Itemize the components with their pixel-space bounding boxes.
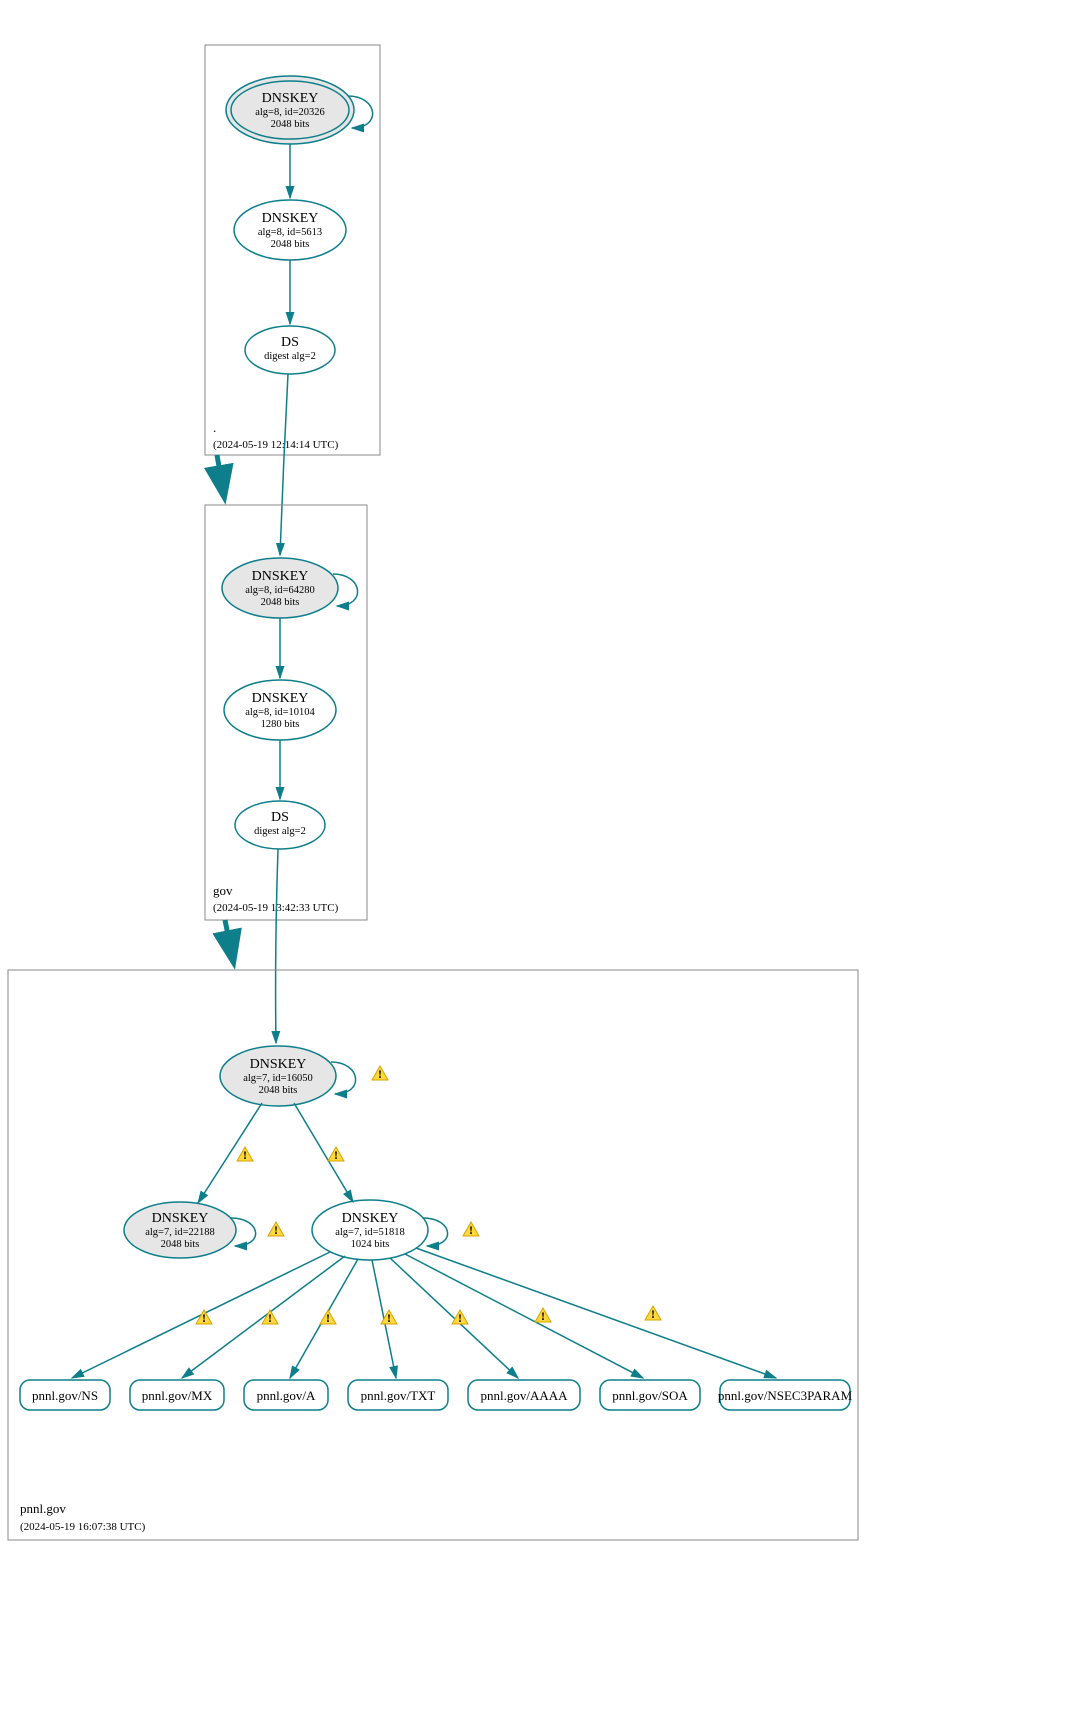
edge-root-to-gov-zone — [217, 455, 223, 490]
svg-text:alg=7, id=16050: alg=7, id=16050 — [243, 1073, 313, 1084]
warn-icon: ! — [535, 1308, 551, 1323]
svg-text:DNSKEY: DNSKEY — [250, 1057, 307, 1072]
node-pnnl-zsk: DNSKEY alg=7, id=51818 1024 bits — [312, 1200, 428, 1260]
node-gov-zsk: DNSKEY alg=8, id=10104 1280 bits — [224, 680, 336, 740]
edge-govds-pnnlksk — [276, 849, 278, 1043]
svg-text:!: ! — [274, 1223, 278, 1237]
svg-text:2048 bits: 2048 bits — [271, 119, 310, 130]
node-root-zsk: DNSKEY alg=8, id=5613 2048 bits — [234, 200, 346, 260]
svg-text:pnnl.gov/TXT: pnnl.gov/TXT — [361, 1388, 436, 1403]
svg-text:alg=7, id=51818: alg=7, id=51818 — [335, 1227, 405, 1238]
warn-icon: ! — [463, 1222, 479, 1237]
svg-text:DS: DS — [271, 810, 289, 825]
svg-text:DNSKEY: DNSKEY — [252, 569, 309, 584]
edge-rootds-govksk — [280, 374, 288, 555]
svg-text:!: ! — [268, 1311, 272, 1325]
zone-pnnl-name: pnnl.gov — [20, 1501, 66, 1516]
edge-zsk-soa — [405, 1254, 643, 1378]
warn-icon: ! — [372, 1066, 388, 1081]
edge-gov-to-pnnl-zone — [225, 920, 232, 955]
node-pnnl-ksk: DNSKEY alg=7, id=16050 2048 bits — [220, 1046, 336, 1106]
node-gov-ksk: DNSKEY alg=8, id=64280 2048 bits — [222, 558, 338, 618]
rrset-txt: pnnl.gov/TXT — [348, 1380, 448, 1410]
svg-text:2048 bits: 2048 bits — [259, 1085, 298, 1096]
zone-root-name: . — [213, 420, 216, 435]
node-root-ksk: DNSKEY alg=8, id=20326 2048 bits — [226, 76, 354, 144]
svg-text:!: ! — [378, 1067, 382, 1081]
node-gov-ds: DS digest alg=2 — [235, 801, 325, 849]
dnssec-graph: . (2024-05-19 12:14:14 UTC) DNSKEY alg=8… — [0, 0, 1091, 1721]
svg-text:!: ! — [458, 1311, 462, 1325]
svg-text:!: ! — [326, 1311, 330, 1325]
zone-gov: gov (2024-05-19 13:42:33 UTC) DNSKEY alg… — [205, 505, 367, 920]
svg-text:DNSKEY: DNSKEY — [252, 691, 309, 706]
zone-root: . (2024-05-19 12:14:14 UTC) DNSKEY alg=8… — [205, 45, 380, 455]
svg-text:!: ! — [387, 1311, 391, 1325]
svg-text:!: ! — [469, 1223, 473, 1237]
svg-text:!: ! — [541, 1309, 545, 1323]
zone-pnnl: pnnl.gov (2024-05-19 16:07:38 UTC) DNSKE… — [8, 970, 858, 1540]
warn-icon: ! — [262, 1310, 278, 1325]
edge-pnnl-ksk-k2 — [198, 1103, 262, 1203]
svg-text:2048 bits: 2048 bits — [261, 597, 300, 608]
svg-text:alg=7, id=22188: alg=7, id=22188 — [145, 1227, 215, 1238]
zone-gov-name: gov — [213, 883, 233, 898]
svg-text:pnnl.gov/MX: pnnl.gov/MX — [142, 1388, 213, 1403]
svg-text:DNSKEY: DNSKEY — [262, 211, 319, 226]
svg-text:alg=8, id=5613: alg=8, id=5613 — [258, 227, 322, 238]
warn-icon: ! — [268, 1222, 284, 1237]
svg-text:DNSKEY: DNSKEY — [262, 91, 319, 106]
edge-pnnl-ksk-zsk — [294, 1103, 353, 1202]
svg-text:2048 bits: 2048 bits — [271, 239, 310, 250]
svg-text:DNSKEY: DNSKEY — [342, 1211, 399, 1226]
warn-icon: ! — [237, 1147, 253, 1162]
svg-text:pnnl.gov/AAAA: pnnl.gov/AAAA — [480, 1388, 568, 1403]
zone-root-time: (2024-05-19 12:14:14 UTC) — [213, 439, 339, 451]
warn-icon: ! — [320, 1310, 336, 1325]
svg-text:alg=8, id=20326: alg=8, id=20326 — [255, 107, 325, 118]
svg-text:DNSKEY: DNSKEY — [152, 1211, 209, 1226]
rrset-a: pnnl.gov/A — [244, 1380, 328, 1410]
node-root-ds: DS digest alg=2 — [245, 326, 335, 374]
svg-text:!: ! — [334, 1148, 338, 1162]
rrset-mx: pnnl.gov/MX — [130, 1380, 224, 1410]
svg-text:alg=8, id=64280: alg=8, id=64280 — [245, 585, 315, 596]
zone-pnnl-time: (2024-05-19 16:07:38 UTC) — [20, 1521, 146, 1533]
svg-text:1280 bits: 1280 bits — [261, 719, 300, 730]
rrset-aaaa: pnnl.gov/AAAA — [468, 1380, 580, 1410]
svg-text:pnnl.gov/NS: pnnl.gov/NS — [32, 1388, 98, 1403]
warn-icon: ! — [645, 1306, 661, 1321]
rrset-nsec: pnnl.gov/NSEC3PARAM — [718, 1380, 853, 1410]
edge-zsk-nsec — [416, 1248, 776, 1378]
svg-text:2048 bits: 2048 bits — [161, 1239, 200, 1250]
svg-text:pnnl.gov/NSEC3PARAM: pnnl.gov/NSEC3PARAM — [718, 1388, 853, 1403]
warn-icon: ! — [196, 1310, 212, 1325]
svg-text:!: ! — [202, 1311, 206, 1325]
rrset-ns: pnnl.gov/NS — [20, 1380, 110, 1410]
svg-text:digest alg=2: digest alg=2 — [264, 351, 316, 362]
svg-text:pnnl.gov/A: pnnl.gov/A — [257, 1388, 316, 1403]
svg-text:1024 bits: 1024 bits — [351, 1239, 390, 1250]
svg-text:DS: DS — [281, 335, 299, 350]
svg-text:digest alg=2: digest alg=2 — [254, 826, 306, 837]
node-pnnl-k2: DNSKEY alg=7, id=22188 2048 bits — [124, 1202, 236, 1258]
svg-text:!: ! — [651, 1307, 655, 1321]
svg-text:!: ! — [243, 1148, 247, 1162]
svg-text:alg=8, id=10104: alg=8, id=10104 — [245, 707, 315, 718]
svg-text:pnnl.gov/SOA: pnnl.gov/SOA — [612, 1388, 688, 1403]
edge-zsk-aaaa — [390, 1258, 518, 1378]
rrset-soa: pnnl.gov/SOA — [600, 1380, 700, 1410]
warn-icon: ! — [328, 1147, 344, 1162]
